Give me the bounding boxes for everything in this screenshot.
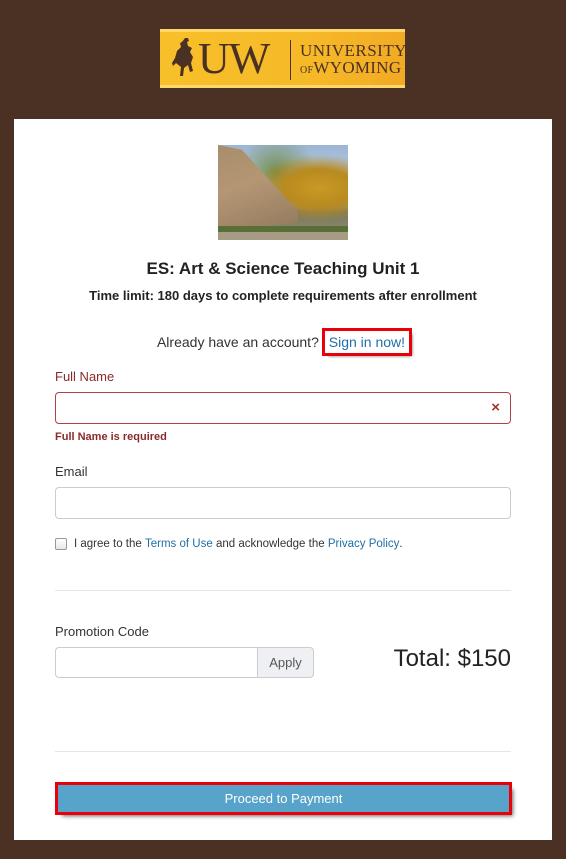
order-total: Total: $150 xyxy=(393,645,511,672)
divider xyxy=(55,751,511,752)
promo-label: Promotion Code xyxy=(55,624,149,639)
signin-prompt: Already have an account? xyxy=(156,334,319,350)
error-x-icon: × xyxy=(491,399,500,416)
logo-mark: UW xyxy=(198,34,270,83)
full-name-label: Full Name xyxy=(55,369,115,384)
university-logo: UW UNIVERSITY OFWYOMING xyxy=(160,29,407,88)
signin-row: Already have an account? Sign in now! xyxy=(14,328,552,356)
full-name-error: Full Name is required xyxy=(55,431,167,443)
time-limit: Time limit: 180 days to complete require… xyxy=(89,288,477,303)
email-input[interactable] xyxy=(55,487,511,519)
proceed-to-payment-button[interactable]: Proceed to Payment xyxy=(55,782,512,815)
course-title: ES: Art & Science Teaching Unit 1 xyxy=(146,259,420,278)
agree-row: I agree to the Terms of Use and acknowle… xyxy=(55,538,403,550)
logo-line-1: UNIVERSITY xyxy=(300,41,407,60)
terms-of-use-link[interactable]: Terms of Use xyxy=(145,538,213,550)
sign-in-link[interactable]: Sign in now! xyxy=(321,328,413,356)
full-name-input[interactable]: × xyxy=(55,392,511,424)
apply-button[interactable]: Apply xyxy=(257,647,314,678)
logo-wordmark: UNIVERSITY OFWYOMING xyxy=(300,42,407,79)
agree-text-before: I agree to the xyxy=(74,538,142,550)
bucking-horse-rider-icon xyxy=(172,38,193,76)
promo-code-input[interactable] xyxy=(55,647,257,678)
email-label: Email xyxy=(55,464,88,479)
agree-text-middle: and acknowledge the xyxy=(215,538,325,550)
agree-checkbox[interactable] xyxy=(55,538,67,550)
enrollment-card: ES: Art & Science Teaching Unit 1 Time l… xyxy=(14,119,552,840)
divider xyxy=(55,590,511,591)
privacy-policy-link[interactable]: Privacy Policy xyxy=(328,538,400,550)
logo-of: OF xyxy=(300,65,314,76)
promo-group: Apply xyxy=(55,647,314,678)
agree-text-after: . xyxy=(399,538,403,550)
logo-wyoming: WYOMING xyxy=(313,58,402,77)
course-image xyxy=(218,145,348,240)
logo-divider xyxy=(290,40,291,80)
ground xyxy=(218,232,348,240)
logo-line-2: OFWYOMING xyxy=(300,59,407,79)
